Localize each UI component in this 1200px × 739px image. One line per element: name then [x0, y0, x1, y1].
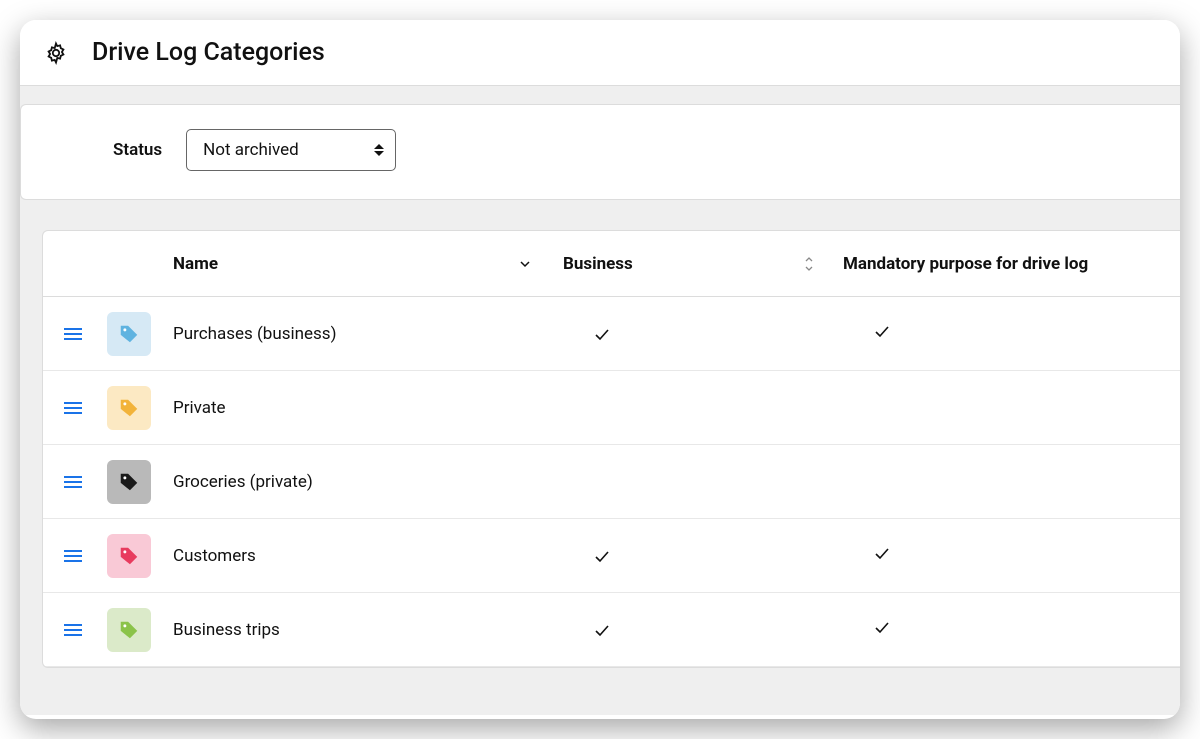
gear-icon — [44, 41, 68, 65]
category-name: Purchases (business) — [173, 324, 337, 344]
check-icon — [873, 545, 891, 563]
header: Drive Log Categories — [20, 20, 1180, 86]
check-icon — [593, 622, 611, 640]
drag-handle-icon[interactable] — [43, 328, 103, 340]
drag-handle-icon[interactable] — [43, 476, 103, 488]
tag-icon — [107, 312, 151, 356]
table-row[interactable]: Private — [43, 371, 1180, 445]
table-row[interactable]: Customers — [43, 519, 1180, 593]
status-select[interactable]: Not archived — [186, 129, 396, 171]
chevron-down-icon — [519, 258, 533, 270]
window: Drive Log Categories Status Not archived… — [20, 20, 1180, 719]
table-row[interactable]: Purchases (business) — [43, 297, 1180, 371]
check-icon — [593, 548, 611, 566]
col-header-mandatory-label: Mandatory purpose for drive log — [843, 254, 1088, 274]
table-row[interactable]: Business trips — [43, 593, 1180, 667]
table-header: Name Business Mandatory purpose for driv… — [43, 231, 1180, 297]
drag-handle-icon[interactable] — [43, 550, 103, 562]
page-title: Drive Log Categories — [92, 38, 325, 67]
status-label: Status — [113, 140, 162, 160]
status-select-wrap: Not archived — [186, 129, 396, 171]
tag-icon — [107, 608, 151, 652]
tag-icon — [107, 386, 151, 430]
tag-icon — [107, 460, 151, 504]
col-header-name[interactable]: Name — [163, 254, 563, 274]
drag-handle-icon[interactable] — [43, 624, 103, 636]
check-icon — [593, 326, 611, 344]
table-row[interactable]: Groceries (private) — [43, 445, 1180, 519]
sort-updown-icon — [803, 256, 815, 272]
col-header-business[interactable]: Business — [563, 254, 843, 274]
content-area: Status Not archived Name — [20, 86, 1180, 715]
tag-icon — [107, 534, 151, 578]
category-name: Groceries (private) — [173, 472, 313, 492]
col-header-mandatory[interactable]: Mandatory purpose for drive log — [843, 254, 1180, 274]
status-select-value: Not archived — [203, 140, 299, 160]
check-icon — [873, 323, 891, 341]
category-name: Private — [173, 398, 226, 418]
drag-handle-icon[interactable] — [43, 402, 103, 414]
check-icon — [873, 619, 891, 637]
col-header-business-label: Business — [563, 254, 633, 274]
col-header-name-label: Name — [173, 254, 218, 274]
filter-panel: Status Not archived — [20, 104, 1180, 200]
category-name: Customers — [173, 546, 256, 566]
category-name: Business trips — [173, 620, 280, 640]
categories-table: Name Business Mandatory purpose for driv… — [42, 230, 1180, 668]
